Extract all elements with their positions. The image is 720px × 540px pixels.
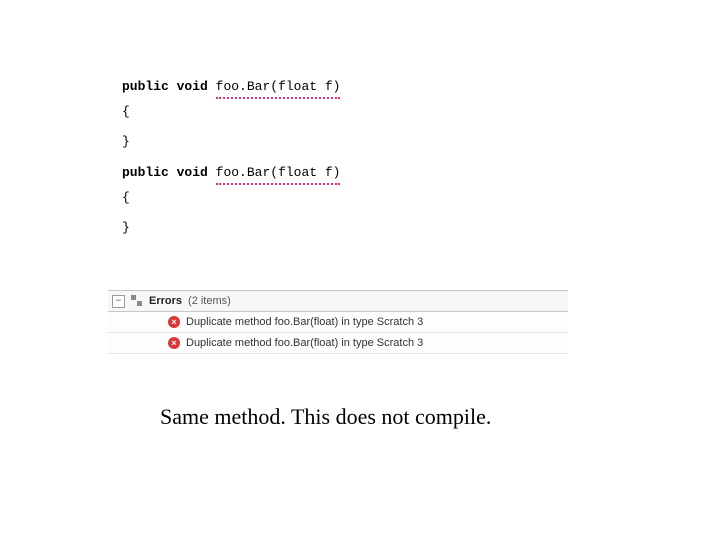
error-icon: × <box>168 337 180 349</box>
close-brace-2: } <box>122 219 552 237</box>
code-area: public void foo.Bar(float f) { } public … <box>122 78 552 237</box>
keyword-public: public <box>122 165 169 180</box>
error-message: Duplicate method foo.Bar(float) in type … <box>186 316 423 328</box>
blank-line <box>122 207 552 219</box>
keyword-void: void <box>177 79 208 94</box>
keyword-public: public <box>122 79 169 94</box>
method-signature-1: foo.Bar(float f) <box>216 78 341 99</box>
error-row[interactable]: × Duplicate method foo.Bar(float) in typ… <box>108 333 568 354</box>
method-signature-2: foo.Bar(float f) <box>216 164 341 185</box>
collapse-toggle-icon[interactable]: − <box>112 295 125 308</box>
keyword-void: void <box>177 165 208 180</box>
errors-panel-title: Errors <box>149 295 182 307</box>
error-icon: × <box>168 316 180 328</box>
blank-line <box>122 121 552 133</box>
open-brace-2: { <box>122 189 552 207</box>
errors-panel-header[interactable]: − Errors (2 items) <box>108 290 568 312</box>
blank-line <box>122 152 552 164</box>
slide-stage: public void foo.Bar(float f) { } public … <box>0 0 720 540</box>
group-by-icon[interactable] <box>131 295 143 307</box>
errors-panel: − Errors (2 items) × Duplicate method fo… <box>108 290 568 354</box>
open-brace-1: { <box>122 103 552 121</box>
method-decl-2: public void foo.Bar(float f) <box>122 164 552 185</box>
error-row[interactable]: × Duplicate method foo.Bar(float) in typ… <box>108 312 568 333</box>
errors-panel-count: (2 items) <box>188 295 231 307</box>
caption-text: Same method. This does not compile. <box>160 404 491 430</box>
error-message: Duplicate method foo.Bar(float) in type … <box>186 337 423 349</box>
method-decl-1: public void foo.Bar(float f) <box>122 78 552 99</box>
close-brace-1: } <box>122 133 552 151</box>
